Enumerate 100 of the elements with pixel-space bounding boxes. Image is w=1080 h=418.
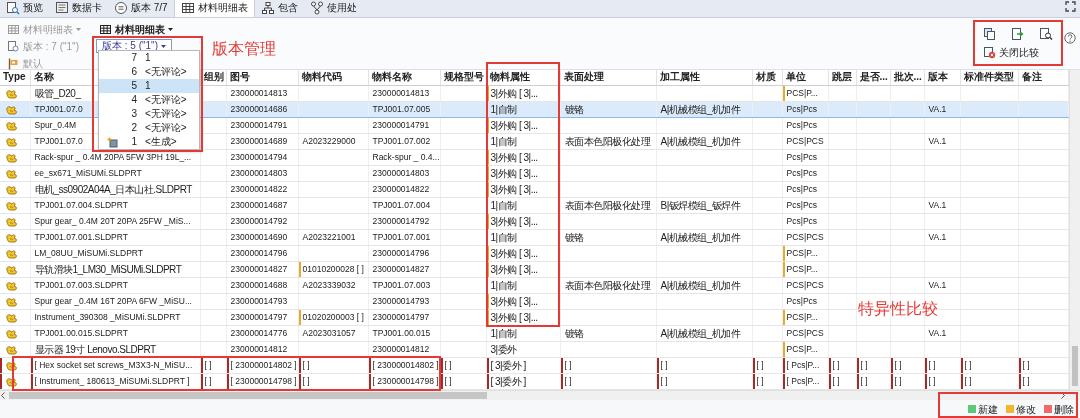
table-cell: ee_sx671_MiSUMi.SLDPRT: [30, 165, 200, 181]
table-cell: 1|自制: [486, 197, 560, 213]
column-header[interactable]: 是否...: [856, 70, 890, 85]
help-icon[interactable]: [1064, 32, 1076, 45]
scrollbar-thumb[interactable]: [1071, 345, 1078, 386]
tab[interactable]: 包含: [254, 0, 304, 16]
table-cell: [ ]: [298, 373, 368, 389]
column-header[interactable]: 物料属性: [486, 70, 560, 85]
chevron-left-icon[interactable]: [0, 391, 6, 399]
table-cell: 表面本色阳极化处理: [560, 277, 656, 293]
table-cell: 镀铬: [560, 229, 656, 245]
table-cell: [ ]: [752, 357, 782, 373]
table-cell: Pcs|Pcs: [782, 149, 828, 165]
table-cell: Spur gear_ 0.4M 20T 20PA 25FW _MiS...: [30, 213, 200, 229]
bom-menu-button[interactable]: 材料明细表: [96, 22, 176, 37]
tab[interactable]: 预览: [0, 0, 49, 16]
table-cell: 230000014793: [368, 293, 440, 309]
expand-icon[interactable]: [1065, 0, 1076, 12]
table-cell: Pcs|Pcs: [782, 165, 828, 181]
table-cell: 1|自制: [486, 277, 560, 293]
table-cell: A2023221001: [298, 229, 368, 245]
tab[interactable]: 数据卡: [49, 0, 108, 16]
table-cell: 3|外购 [ 3|...: [486, 261, 560, 277]
table-cell: PCS|P...: [782, 261, 828, 277]
table-cell: [ 230000014802 ]: [226, 357, 298, 373]
table-cell: [ ]: [856, 357, 890, 373]
column-header[interactable]: 版本: [924, 70, 960, 85]
table-cell: PCS|PCS: [782, 277, 828, 293]
column-header[interactable]: 规格型号: [440, 70, 486, 85]
tree-icon: [309, 0, 324, 15]
column-header[interactable]: Type: [0, 70, 30, 85]
table-cell: TPJ001.07.003.SLDPRT: [30, 277, 200, 293]
column-header[interactable]: 物料代码: [298, 70, 368, 85]
part-icon: [4, 295, 18, 308]
table-cell: PCS|P...: [782, 341, 828, 357]
table-cell: 3|外购 [ 3|...: [486, 293, 560, 309]
table-cell: 230000014794: [226, 149, 298, 165]
table-cell: TPJ001.00.015: [368, 325, 440, 341]
column-header[interactable]: 图号: [226, 70, 298, 85]
caret-icon: [161, 44, 166, 48]
document-arrow-icon: [1011, 26, 1025, 41]
column-header[interactable]: 加工属性: [656, 70, 752, 85]
table-cell: [ Pcs|P...: [782, 373, 828, 389]
table-cell: 1|自制: [486, 229, 560, 245]
list-circle-icon: [114, 0, 128, 15]
version-menu-item[interactable]: 1 <生成>: [99, 135, 199, 149]
table-cell: Pcs|Pcs: [782, 117, 828, 133]
table-cell: 230000014796: [368, 245, 440, 261]
version-menu-item[interactable]: 7 1: [99, 51, 199, 65]
table-cell: [ ]: [560, 373, 656, 389]
table-cell: PCS|P...: [782, 245, 828, 261]
chevron-right-icon[interactable]: [1060, 391, 1066, 399]
document-search-icon: [6, 0, 20, 15]
scrollbar-thumb[interactable]: [9, 391, 487, 399]
column-header[interactable]: 标准件类型: [960, 70, 1018, 85]
table-cell: A2023031057: [298, 325, 368, 341]
part-icon: [4, 119, 18, 132]
column-header[interactable]: 备注: [1018, 70, 1068, 85]
legend-label: 删除: [1054, 402, 1074, 417]
table-cell: VA.1: [924, 197, 960, 213]
table-cell: 230000014792: [368, 213, 440, 229]
table-cell: PCS|PCS: [782, 133, 828, 149]
table-cell: 3|外购 [ 3|...: [486, 149, 560, 165]
new-document-icon: [106, 136, 118, 148]
table-cell: A2023339032: [298, 277, 368, 293]
version-menu-item[interactable]: 2 <无评论>: [99, 121, 199, 135]
table-cell: Rack-spur _ 0.4...: [368, 149, 440, 165]
column-header[interactable]: 单位: [782, 70, 828, 85]
table-cell: Pcs|Pcs: [782, 293, 828, 309]
close-compare-button[interactable]: 关闭比较: [980, 45, 1042, 60]
table-cell: 230000014796: [226, 245, 298, 261]
table-cell: PCS|PCS: [782, 325, 828, 341]
legend-label: 新建: [978, 402, 998, 417]
table-cell: [ Pcs|P...: [782, 357, 828, 373]
table-cell: [ ]: [656, 373, 752, 389]
part-icon: [4, 103, 18, 116]
table-cell: [ ]: [960, 373, 1018, 389]
table-cell: A|机械模组_机加件: [656, 325, 752, 341]
column-header[interactable]: 物料名称: [368, 70, 440, 85]
version-menu-item[interactable]: 6 <无评论>: [99, 65, 199, 79]
scrollbar[interactable]: [0, 389, 1080, 400]
column-header[interactable]: 表面处理: [560, 70, 656, 85]
column-header[interactable]: 跳层: [828, 70, 856, 85]
column-header[interactable]: 批次...: [890, 70, 924, 85]
tab[interactable]: 版本 7/7: [108, 0, 174, 16]
table-cell: [ 230000014802 ]: [368, 357, 440, 373]
table-cell: 3|外购 [ 3|...: [486, 181, 560, 197]
tab[interactable]: 使用处: [303, 0, 363, 16]
version-menu-item[interactable]: 5 1: [99, 79, 199, 93]
part-icon: [4, 135, 18, 148]
table-cell: 3|外购 [ 3|...: [486, 213, 560, 229]
table-cell: 显示器 19寸 Lenovo.SLDPRT: [30, 341, 200, 357]
table-cell: 230000014827: [226, 261, 298, 277]
table-cell: TPJ001.07.003: [368, 277, 440, 293]
table-cell: 230000014822: [368, 181, 440, 197]
table-cell: [ Instrument_ 180613_MiSUMi.SLDPRT ]: [30, 373, 200, 389]
column-header[interactable]: 材质: [752, 70, 782, 85]
table-cell: [ ]: [298, 357, 368, 373]
table-cell: 230000014791: [226, 117, 298, 133]
tab[interactable]: 材料明细表: [173, 0, 255, 17]
